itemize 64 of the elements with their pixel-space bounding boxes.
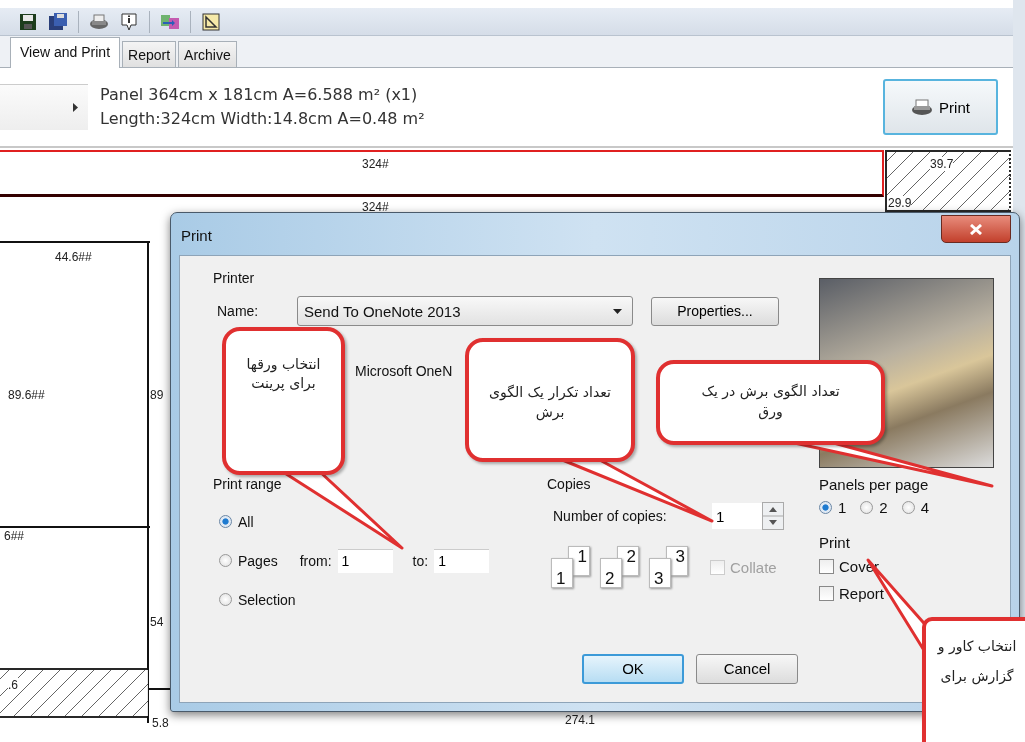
spinner-arrows-icon[interactable] xyxy=(762,502,784,530)
panel-info-text: Panel 364cm x 181cm A=6.588 m² (x1) xyxy=(100,84,419,106)
copies-field[interactable]: 1 xyxy=(712,503,762,529)
callout-bubble: تعداد الگوی برش در یک ورق xyxy=(656,360,885,445)
field-label: Name: xyxy=(217,303,260,319)
print-button[interactable]: Print xyxy=(883,79,998,135)
dimension-label: 54 xyxy=(150,615,164,629)
triangle-ruler-icon[interactable] xyxy=(201,11,221,32)
triangle-icon xyxy=(73,103,78,112)
properties-button[interactable]: Properties... xyxy=(651,296,779,326)
callout-bubble: انتخاب ورقها برای پرینت xyxy=(222,327,345,475)
floppy-stack-icon[interactable] xyxy=(48,11,68,32)
dimension-label: 44.6## xyxy=(55,250,92,264)
dialog-button[interactable]: OK xyxy=(582,653,684,684)
printer-icon[interactable] xyxy=(89,11,109,32)
panel-info-text: Length:324cm Width:14.8cm A=0.48 m² xyxy=(100,108,426,130)
radio-option[interactable]: 2 xyxy=(860,499,888,516)
field-label: to: xyxy=(412,552,429,569)
close-button[interactable] xyxy=(941,215,1011,243)
dimension-label: 89.6## xyxy=(8,388,45,402)
dimension-label: 324# xyxy=(362,157,389,171)
to-page-field[interactable]: 1 xyxy=(434,548,490,573)
callout-bubble: انتخاب کاور و گزارش برای xyxy=(922,617,1025,742)
field-label: Number of copies: xyxy=(553,508,668,524)
section-heading: Copies xyxy=(547,476,592,492)
dialog-title: Print xyxy=(181,227,212,244)
radio-option[interactable]: All xyxy=(219,513,254,530)
section-heading: Panels per page xyxy=(819,476,930,493)
tab[interactable]: Report xyxy=(122,41,177,67)
radio-option[interactable]: Pages xyxy=(219,552,278,569)
field-label: from: xyxy=(299,552,332,569)
dimension-label: 274.1 xyxy=(565,713,596,727)
dimension-label: 6## xyxy=(4,529,25,543)
radio-button[interactable] xyxy=(860,501,874,514)
checkbox-option[interactable]: Report xyxy=(819,585,885,602)
radio-button[interactable] xyxy=(219,593,232,606)
dropdown-arrow-icon xyxy=(613,308,622,314)
dialog-button[interactable]: Cancel xyxy=(696,653,798,684)
info-balloon-icon[interactable] xyxy=(119,11,139,32)
printer-type-text: Microsoft OneN xyxy=(355,363,453,379)
dimension-label: 39.7 xyxy=(930,157,954,171)
radio-button[interactable] xyxy=(901,501,915,514)
dimension-label: 89 xyxy=(150,388,164,402)
radio-option[interactable]: Selection xyxy=(219,591,296,608)
dimension-label: 5.8 xyxy=(152,716,169,730)
from-page-field[interactable]: 1 xyxy=(337,548,393,573)
section-heading: Print xyxy=(819,534,851,551)
radio-button[interactable] xyxy=(219,554,232,567)
radio-option[interactable]: 4 xyxy=(901,499,930,516)
dimension-label: .6 xyxy=(8,678,18,692)
printer-dropdown[interactable]: Send To OneNote 2013 xyxy=(297,296,633,326)
tab[interactable]: View and Print xyxy=(10,37,120,68)
section-heading: Print range xyxy=(213,476,283,492)
radio-button[interactable] xyxy=(819,501,832,514)
radio-button[interactable] xyxy=(219,515,232,528)
checkbox[interactable] xyxy=(819,559,834,574)
close-icon xyxy=(970,223,982,235)
save-icon[interactable] xyxy=(18,11,38,32)
printer-icon xyxy=(911,98,934,116)
checkbox[interactable] xyxy=(819,586,834,601)
dimension-label: 29.9 xyxy=(888,196,912,210)
section-heading: Printer xyxy=(213,270,256,286)
tab[interactable]: Archive xyxy=(178,41,237,67)
radio-option[interactable]: 1 xyxy=(819,499,847,516)
